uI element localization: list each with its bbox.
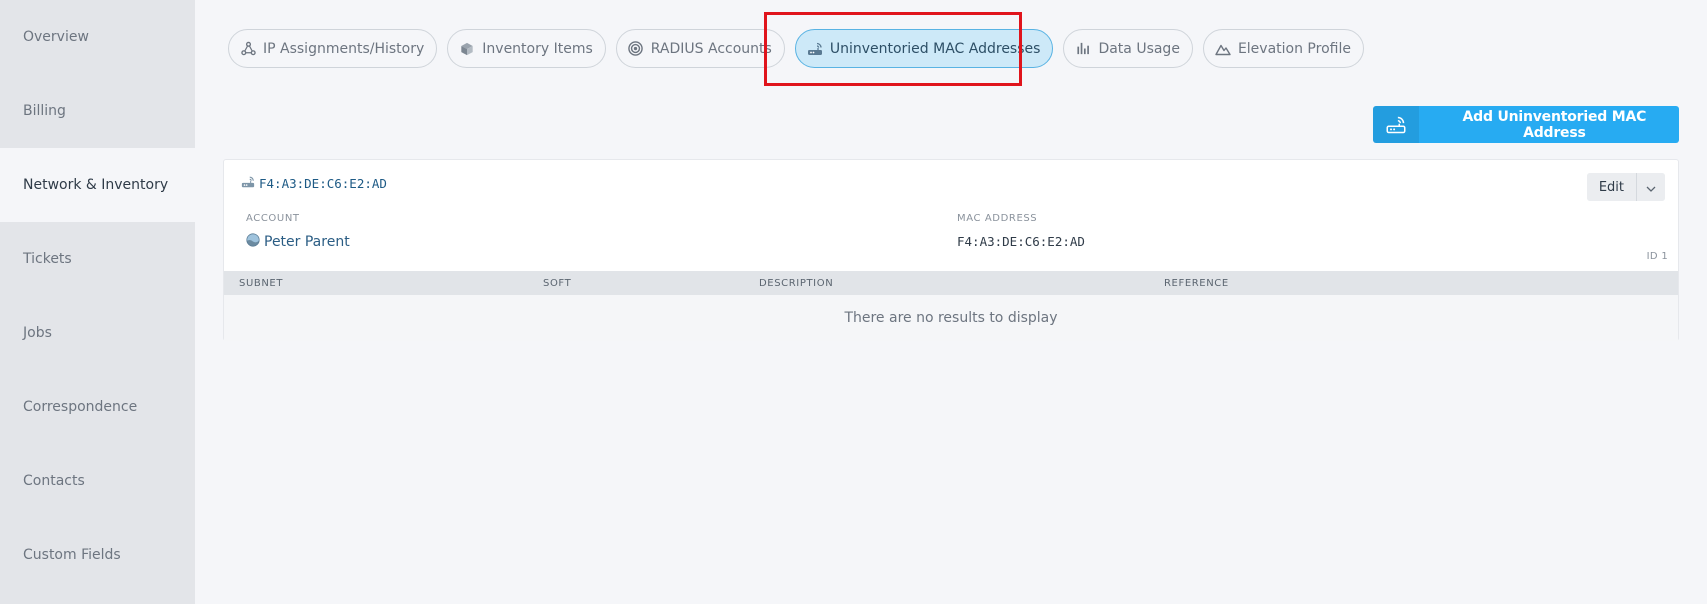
router-icon bbox=[1373, 106, 1419, 143]
mountain-icon bbox=[1215, 41, 1231, 57]
tab-bar: IP Assignments/History Inventory Items R… bbox=[228, 29, 1364, 68]
card-title: F4:A3:DE:C6:E2:AD bbox=[241, 175, 387, 192]
column-header-description: DESCRIPTION bbox=[759, 278, 834, 289]
account-label: ACCOUNT bbox=[246, 213, 300, 224]
mac-address-card: F4:A3:DE:C6:E2:AD Edit ACCOUNT Peter Par… bbox=[223, 159, 1679, 341]
record-id: ID 1 bbox=[1646, 251, 1668, 262]
tab-ip-assignments[interactable]: IP Assignments/History bbox=[228, 29, 438, 68]
edit-button[interactable]: Edit bbox=[1586, 173, 1637, 201]
tab-label: Data Usage bbox=[1098, 40, 1180, 57]
sidebar-item-custom-fields[interactable]: Custom Fields bbox=[0, 518, 195, 592]
sidebar-item-overview[interactable]: Overview bbox=[0, 0, 195, 74]
column-header-reference: REFERENCE bbox=[1164, 278, 1229, 289]
sidebar-item-network-inventory[interactable]: Network & Inventory bbox=[0, 148, 195, 222]
sidebar-item-label: Billing bbox=[23, 103, 66, 119]
sidebar-item-billing[interactable]: Billing bbox=[0, 74, 195, 148]
sidebar-item-label: Network & Inventory bbox=[23, 177, 169, 193]
tab-inventory-items[interactable]: Inventory Items bbox=[447, 29, 606, 68]
sidebar-item-label: Custom Fields bbox=[23, 547, 121, 563]
account-globe-icon bbox=[246, 233, 260, 251]
edit-button-group: Edit bbox=[1586, 173, 1665, 201]
add-uninventoried-mac-button[interactable]: Add Uninventoried MAC Address bbox=[1373, 106, 1679, 143]
tab-label: Elevation Profile bbox=[1237, 40, 1351, 57]
chevron-down-icon bbox=[1646, 180, 1656, 195]
tab-elevation-profile[interactable]: Elevation Profile bbox=[1202, 29, 1364, 68]
sidebar: Overview Billing Network & Inventory Tic… bbox=[0, 0, 195, 604]
bar-chart-icon bbox=[1075, 41, 1091, 57]
tab-label: Uninventoried MAC Addresses bbox=[829, 40, 1041, 57]
sidebar-item-label: Jobs bbox=[23, 325, 52, 341]
tab-label: Inventory Items bbox=[482, 40, 593, 57]
mac-address-value: F4:A3:DE:C6:E2:AD bbox=[957, 234, 1085, 249]
sidebar-item-label: Contacts bbox=[23, 473, 85, 489]
column-header-soft: SOFT bbox=[543, 278, 572, 289]
sidebar-item-tickets[interactable]: Tickets bbox=[0, 222, 195, 296]
empty-table-message: There are no results to display bbox=[224, 295, 1678, 341]
account-link[interactable]: Peter Parent bbox=[246, 233, 350, 251]
card-title-text: F4:A3:DE:C6:E2:AD bbox=[259, 176, 387, 191]
router-icon bbox=[241, 175, 255, 192]
tab-label: RADIUS Accounts bbox=[650, 40, 772, 57]
tab-uninventoried-mac-addresses[interactable]: Uninventoried MAC Addresses bbox=[794, 29, 1054, 68]
sidebar-item-correspondence[interactable]: Correspondence bbox=[0, 370, 195, 444]
radius-icon bbox=[628, 41, 644, 57]
sidebar-item-label: Overview bbox=[23, 29, 89, 45]
tab-data-usage[interactable]: Data Usage bbox=[1063, 29, 1193, 68]
sidebar-item-label: Correspondence bbox=[23, 399, 138, 415]
sidebar-item-jobs[interactable]: Jobs bbox=[0, 296, 195, 370]
cube-icon bbox=[459, 41, 475, 57]
tab-radius-accounts[interactable]: RADIUS Accounts bbox=[615, 29, 785, 68]
add-button-label: Add Uninventoried MAC Address bbox=[1462, 108, 1647, 141]
router-icon bbox=[807, 41, 823, 57]
column-header-subnet: SUBNET bbox=[239, 278, 284, 289]
sidebar-item-label: Tickets bbox=[23, 251, 72, 267]
edit-dropdown-toggle[interactable] bbox=[1637, 173, 1665, 201]
sidebar-item-contacts[interactable]: Contacts bbox=[0, 444, 195, 518]
account-name: Peter Parent bbox=[264, 234, 350, 250]
tab-label: IP Assignments/History bbox=[263, 40, 425, 57]
mac-address-label: MAC ADDRESS bbox=[957, 213, 1038, 224]
table-header: SUBNET SOFT DESCRIPTION REFERENCE bbox=[224, 271, 1678, 295]
network-icon bbox=[240, 41, 256, 57]
main-content: IP Assignments/History Inventory Items R… bbox=[195, 0, 1707, 604]
